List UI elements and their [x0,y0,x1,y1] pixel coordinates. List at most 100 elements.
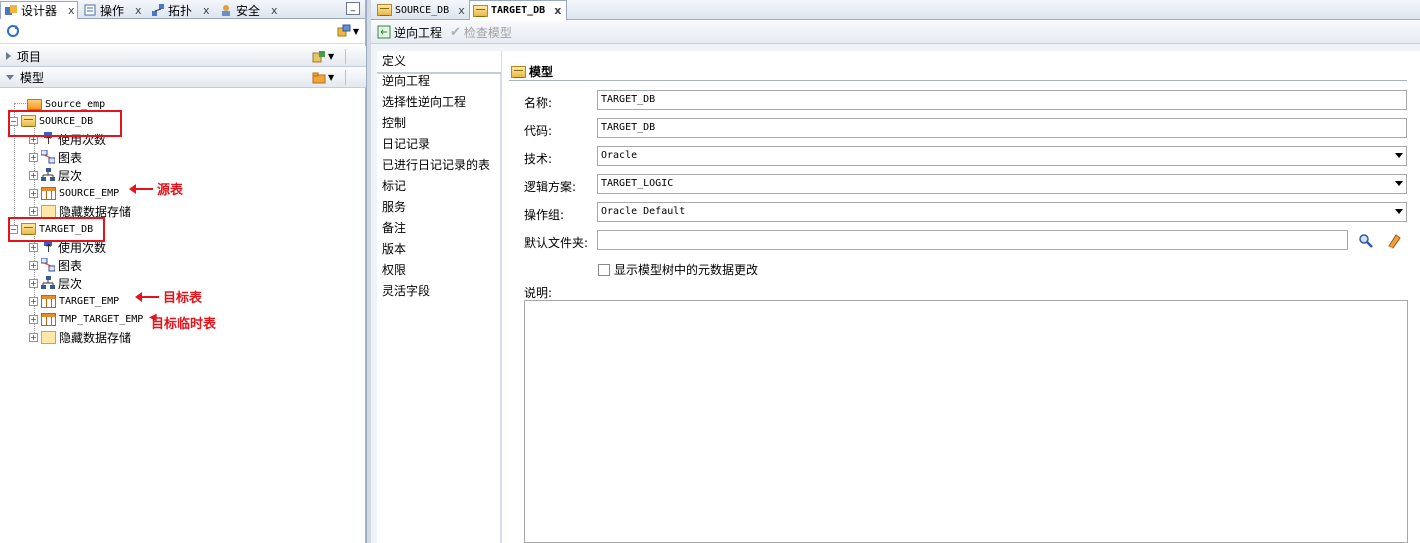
default-folder-field[interactable] [597,230,1348,250]
tree-label: TARGET_EMP [59,295,120,307]
nav-reverse-engineer[interactable]: 逆向工程 [377,71,501,92]
technology-label: 技术: [524,152,553,166]
tree-hierarchy[interactable]: + 层次 [29,274,82,292]
show-metadata-changes-checkbox[interactable]: 显示模型树中的元数据更改 [598,261,758,278]
nav-privileges[interactable]: 权限 [377,260,501,281]
editor-toolbar: 逆向工程 ✔ 检查模型 [371,21,1420,44]
form-title-label: 模型 [529,65,554,79]
tab-label: SOURCE_DB [395,4,450,16]
tree-diagram[interactable]: + 图表 [29,256,82,274]
datastore-icon [41,186,56,200]
close-icon[interactable]: x [203,4,210,17]
minimize-button[interactable]: _ [346,2,360,15]
dropdown-arrow-icon[interactable] [1395,153,1403,158]
reverse-engineer-icon [377,25,391,39]
nav-services[interactable]: 服务 [377,197,501,218]
separator [345,70,346,85]
nav-memo[interactable]: 备注 [377,218,501,239]
action-group-value: Oracle Default [601,206,686,217]
nav-flexfields[interactable]: 灵活字段 [377,281,501,302]
chevron-down-icon: ▼ [328,52,335,61]
model-icon [511,65,526,78]
nav-journalized-tables[interactable]: 已进行日记记录的表 [377,155,501,176]
logical-schema-value: TARGET_LOGIC [601,178,674,189]
tab-designer[interactable]: 设计器 x [0,1,78,19]
tree-hidden-datastores[interactable]: + 隐藏数据存储 [29,328,131,346]
nav-control[interactable]: 控制 [377,113,501,134]
expand-icon[interactable]: + [29,188,38,198]
close-icon[interactable]: x [135,4,142,17]
hidden-datastore-icon [41,330,56,344]
tree-diagram[interactable]: + 图表 [29,148,82,166]
tree-hierarchy[interactable]: + 层次 [29,166,82,184]
tab-topology[interactable]: 拓扑 x [148,1,214,19]
technology-select[interactable]: Oracle [597,146,1407,166]
new-model-folder-icon [312,71,326,85]
eraser-icon[interactable] [1386,233,1402,249]
logical-schema-select[interactable]: TARGET_LOGIC [597,174,1407,194]
diagram-icon [40,149,56,164]
connect-menu-button[interactable]: ▼ [337,24,359,38]
reverse-engineer-button[interactable]: 逆向工程 [377,24,442,41]
tab-label: TARGET_DB [491,5,546,16]
tree-label: TMP_TARGET_EMP [59,313,144,325]
check-model-button[interactable]: ✔ 检查模型 [450,24,512,41]
expand-icon[interactable]: + [29,296,38,306]
logical-schema-label: 逻辑方案: [524,180,577,194]
description-label: 说明: [524,286,553,300]
highlight-box-target-db [8,217,105,242]
hierarchy-icon [41,276,55,290]
security-icon [219,3,233,17]
accordion-models[interactable]: 模型 ▼ [0,67,366,88]
usage-icon [41,240,55,254]
expand-icon[interactable]: + [29,206,38,216]
close-icon[interactable]: x [458,4,465,17]
expand-icon[interactable]: + [29,278,38,288]
expand-icon[interactable]: + [29,170,38,180]
dropdown-arrow-icon[interactable] [1395,209,1403,214]
expand-icon[interactable]: + [29,242,38,252]
nav-journalizing[interactable]: 日记记录 [377,134,501,155]
tab-operations[interactable]: 操作 x [80,1,146,19]
nav-markers[interactable]: 标记 [377,176,501,197]
tab-security[interactable]: 安全 x [216,1,282,19]
nav-selective-reverse[interactable]: 选择性逆向工程 [377,92,501,113]
refresh-icon[interactable] [6,24,20,38]
dropdown-arrow-icon[interactable] [1395,181,1403,186]
annotation-text: 目标临时表 [151,317,217,332]
tree-datastore-source-emp[interactable]: + SOURCE_EMP [29,184,119,202]
new-model-button[interactable]: ▼ [312,70,338,85]
close-icon[interactable]: x [68,4,75,17]
new-project-button[interactable]: ▼ [312,49,338,64]
datastore-icon [41,312,56,326]
action-group-label: 操作组: [524,208,565,222]
action-group-select[interactable]: Oracle Default [597,202,1407,222]
annotation-target-table: 目标表 [135,287,203,306]
expand-icon[interactable]: + [29,152,38,162]
reverse-engineer-label: 逆向工程 [394,25,443,40]
accordion-projects[interactable]: 项目 ▼ [0,46,366,67]
close-icon[interactable]: x [554,4,561,17]
new-project-icon [312,50,326,64]
expand-icon[interactable]: + [29,332,38,342]
tab-topology-label: 拓扑 [168,3,193,18]
tab-target-db[interactable]: TARGET_DB x [469,0,567,20]
close-icon[interactable]: x [271,4,278,17]
code-field[interactable]: TARGET_DB [597,118,1407,138]
tree-label: 层次 [58,276,83,291]
editor-body: 定义 逆向工程 选择性逆向工程 控制 日记记录 已进行日记记录的表 标记 服务 … [371,44,1420,543]
description-textarea[interactable] [524,300,1408,543]
model-icon [473,4,488,17]
name-field[interactable]: TARGET_DB [597,90,1407,110]
designer-panel: 设计器 x 操作 x 拓扑 x 安全 x _ ▼ 项目 ▼ 模型 ▼ Sourc… [0,0,366,543]
tree-datastore-tmp-target-emp[interactable]: + TMP_TARGET_EMP [29,310,143,328]
tree-datastore-target-emp[interactable]: + TARGET_EMP [29,292,119,310]
expand-icon[interactable]: + [29,314,38,324]
tab-source-db[interactable]: SOURCE_DB x [374,0,466,20]
annotation-text: 目标表 [163,291,203,306]
checkbox-box[interactable] [598,263,610,276]
nav-version[interactable]: 版本 [377,239,501,260]
search-icon[interactable] [1358,233,1374,249]
expand-icon[interactable]: + [29,260,38,270]
nav-definition[interactable]: 定义 [377,51,501,72]
